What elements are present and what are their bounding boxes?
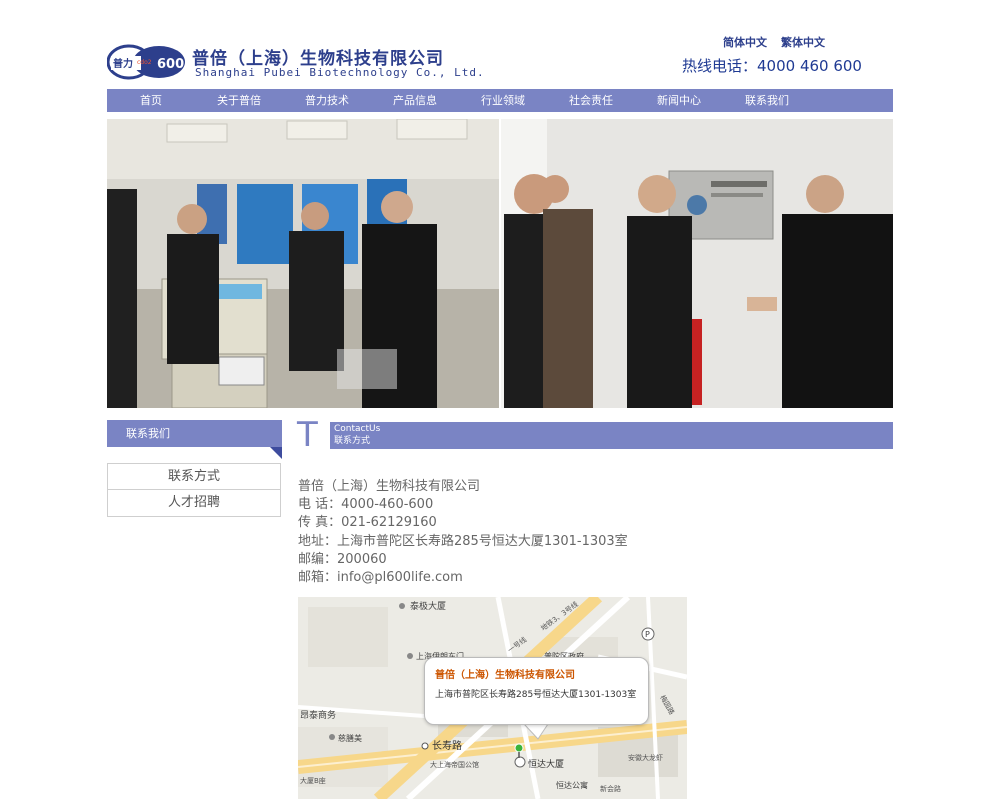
banner-photo-right xyxy=(501,119,893,408)
sidebar-header: 联系我们 xyxy=(107,420,282,460)
nav-item-contact[interactable]: 联系我们 xyxy=(723,89,811,112)
section-title-en: ContactUs xyxy=(334,424,381,434)
contact-phone: 电 话：4000-460-600 xyxy=(298,497,434,513)
nav-item-home[interactable]: 首页 xyxy=(107,89,195,112)
nav-item-products[interactable]: 产品信息 xyxy=(371,89,459,112)
map-label: 新会路 xyxy=(600,784,621,793)
building-icon xyxy=(514,756,526,768)
sidebar-item-contact-info[interactable]: 联系方式 xyxy=(107,463,281,490)
contact-company: 普倍（上海）生物科技有限公司 xyxy=(298,479,481,494)
sidebar-title: 联系我们 xyxy=(107,420,282,447)
map-poi-icon xyxy=(407,653,413,659)
logo-text-right: 600 xyxy=(157,57,184,72)
contact-postcode: 邮编：200060 xyxy=(298,551,387,567)
nav-item-industries[interactable]: 行业领域 xyxy=(459,89,547,112)
sidebar-header-corner xyxy=(270,447,282,459)
nav-item-about[interactable]: 关于普倍 xyxy=(195,89,283,112)
main-nav: 首页 关于普倍 普力技术 产品信息 行业领域 社会责任 新闻中心 联系我们 xyxy=(107,89,893,112)
contact-address: 地址：上海市普陀区长寿路285号恒达大厦1301-1303室 xyxy=(298,533,628,549)
map-label: 昂泰商务 xyxy=(300,709,336,721)
map-label: 安徽大龙虾 xyxy=(628,753,663,762)
section-letter: T xyxy=(297,415,318,455)
map-label: 泰极大厦 xyxy=(410,600,446,612)
hotline: 热线电话：4000 460 600 xyxy=(682,57,862,75)
map-label: 慈膳美 xyxy=(338,733,362,743)
nav-item-news[interactable]: 新闻中心 xyxy=(635,89,723,112)
location-pin-icon[interactable] xyxy=(514,743,524,753)
lang-traditional-link[interactable]: 繁体中文 xyxy=(781,34,825,50)
company-name-en: Shanghai Pubei Biotechnology Co., Ltd. xyxy=(195,66,485,79)
map-popup-title: 普倍（上海）生物科技有限公司 xyxy=(435,670,575,681)
sidebar-item-careers[interactable]: 人才招聘 xyxy=(107,490,281,517)
map-poi-icon xyxy=(421,742,429,750)
map-popup: 普倍（上海）生物科技有限公司 上海市普陀区长寿路285号恒达大厦1301-130… xyxy=(424,657,649,725)
map-label: 长寿路 xyxy=(432,739,462,752)
lang-simplified-link[interactable]: 简体中文 xyxy=(723,34,767,50)
sidebar-menu: 联系方式 人才招聘 xyxy=(107,463,281,517)
logo-text-mid: cdo2 xyxy=(137,59,152,66)
map-label: 大厦B座 xyxy=(300,776,326,785)
banner-image xyxy=(107,119,893,408)
company-logo[interactable]: 普力 cdo2 600 xyxy=(107,44,187,80)
contact-email[interactable]: 邮箱：info@pl600life.com xyxy=(298,569,628,587)
contact-info: 普倍（上海）生物科技有限公司 电 话：4000-460-600 传 真：021-… xyxy=(298,478,628,587)
parking-icon-glyph: P xyxy=(645,630,650,639)
logo-text-left: 普力 xyxy=(113,57,133,70)
section-title-cn: 联系方式 xyxy=(334,436,371,446)
map-poi-icon xyxy=(329,734,335,740)
contact-fax: 传 真：021-62129160 xyxy=(298,515,437,531)
map-poi-icon xyxy=(399,603,405,609)
nav-item-responsibility[interactable]: 社会责任 xyxy=(547,89,635,112)
nav-item-technology[interactable]: 普力技术 xyxy=(283,89,371,112)
map-label: 大上海帝国公馆 xyxy=(430,760,479,769)
map-label: 恒达大厦 xyxy=(528,758,564,770)
map-popup-address: 上海市普陀区长寿路285号恒达大厦1301-1303室 xyxy=(435,690,637,700)
banner-photo-left xyxy=(107,119,499,408)
map-label: 恒达公寓 xyxy=(556,780,588,790)
section-title-bar: ContactUs 联系方式 xyxy=(330,422,893,449)
